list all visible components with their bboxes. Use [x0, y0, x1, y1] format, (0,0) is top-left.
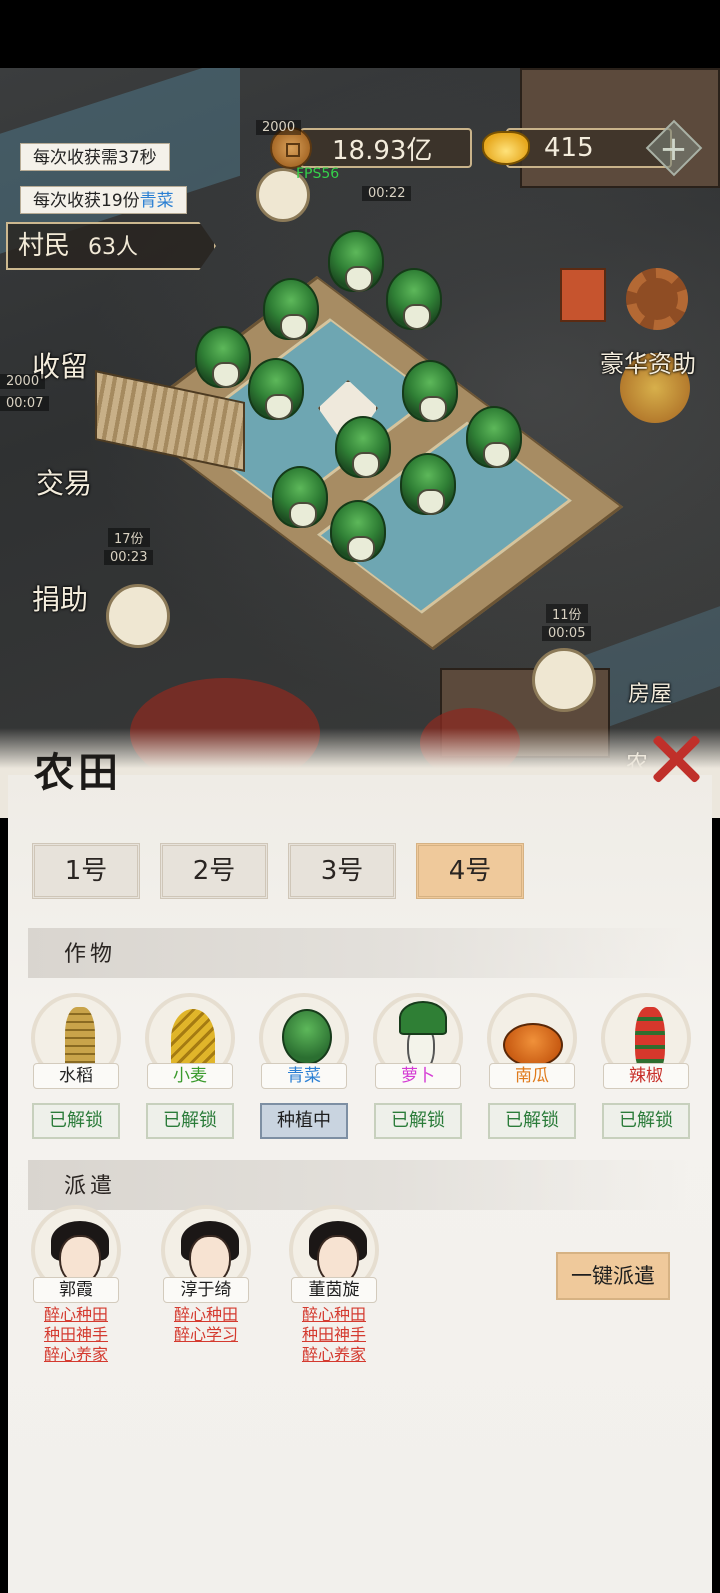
luxury-donation-button[interactable]: 豪华资助: [600, 344, 696, 379]
tab-field-3[interactable]: 3号: [288, 843, 396, 899]
cabbage-crop: [466, 406, 522, 468]
character-trait[interactable]: 种田神手: [286, 1325, 382, 1345]
crop-radish[interactable]: 萝卜: [370, 993, 466, 1109]
character-trait[interactable]: 醉心种田: [158, 1305, 254, 1325]
house-label[interactable]: 房屋: [628, 676, 672, 708]
crop-chili[interactable]: 辣椒: [598, 993, 694, 1109]
panel-title: 农田: [34, 749, 122, 796]
character-name: 董茵旋: [291, 1277, 377, 1303]
character-card[interactable]: 董茵旋 醉心种田 种田神手 醉心养家: [286, 1205, 382, 1381]
gear-icon[interactable]: [626, 268, 688, 330]
crop-status-button[interactable]: 已解锁: [32, 1103, 120, 1139]
timer: 00:05: [542, 626, 592, 641]
ingots-value: 415: [544, 133, 594, 163]
crop-status-button[interactable]: 已解锁: [146, 1103, 234, 1139]
crop-pumpkin[interactable]: 南瓜: [484, 993, 580, 1109]
tab-field-2[interactable]: 2号: [160, 843, 268, 899]
share-count: 11份: [546, 604, 588, 623]
cabbage-crop: [263, 278, 319, 340]
character-trait[interactable]: 醉心种田: [286, 1305, 382, 1325]
character-name: 淳于绮: [163, 1277, 249, 1303]
cabbage-icon: [282, 1009, 332, 1065]
trade-button[interactable]: 交易: [36, 462, 92, 502]
cabbage-crop: [328, 230, 384, 292]
crop-status-button[interactable]: 种植中: [260, 1103, 348, 1139]
crop-status-button[interactable]: 已解锁: [374, 1103, 462, 1139]
character-trait[interactable]: 种田神手: [28, 1325, 124, 1345]
villager-count[interactable]: 村民 63人: [6, 222, 216, 270]
cabbage-crop: [248, 358, 304, 420]
crop-rice[interactable]: 水稻: [28, 993, 124, 1109]
dispatch-section-header: 派遣: [28, 1160, 688, 1210]
dispatch-all-button[interactable]: 一键派遣: [556, 1252, 670, 1300]
timer: 00:07: [0, 396, 50, 411]
crop-wheat[interactable]: 小麦: [142, 993, 238, 1109]
character-trait[interactable]: 醉心养家: [286, 1345, 382, 1365]
cabbage-crop: [335, 416, 391, 478]
character-card[interactable]: 淳于绮 醉心种田 醉心学习: [158, 1205, 254, 1361]
wheat-icon: [171, 1009, 215, 1069]
character-card[interactable]: 郭霞 醉心种田 种田神手 醉心养家: [28, 1205, 124, 1381]
crop-name: 萝卜: [375, 1063, 461, 1089]
donate-button[interactable]: 捐助: [32, 578, 88, 618]
pumpkin-icon: [503, 1023, 563, 1067]
crop-status-button[interactable]: 已解锁: [488, 1103, 576, 1139]
character-trait[interactable]: 醉心种田: [28, 1305, 124, 1325]
lobster-icon[interactable]: [106, 584, 170, 648]
crop-name: 小麦: [147, 1063, 233, 1089]
cabbage-crop: [330, 500, 386, 562]
cabbage-crop: [402, 360, 458, 422]
farm-scene[interactable]: [0, 68, 720, 788]
share-count: 17份: [108, 528, 150, 547]
scroll-icon[interactable]: [560, 268, 606, 322]
timer-label: 2000: [256, 120, 302, 135]
gold-ingot-icon: [482, 131, 530, 165]
close-icon[interactable]: [650, 733, 702, 785]
crop-name: 辣椒: [603, 1063, 689, 1089]
crop-name: 水稻: [33, 1063, 119, 1089]
crop-name: 南瓜: [489, 1063, 575, 1089]
cabbage-crop: [386, 268, 442, 330]
cabbage-crop: [195, 326, 251, 388]
section-title: 作物: [64, 942, 117, 967]
harvest-time-info: 每次收获需37秒: [20, 143, 170, 171]
corn-icon[interactable]: [532, 648, 596, 712]
section-title: 派遣: [64, 1174, 117, 1199]
tab-field-1[interactable]: 1号: [32, 843, 140, 899]
timer: 00:23: [104, 550, 154, 565]
crop-cabbage[interactable]: 青菜: [256, 993, 352, 1109]
fps-counter: FPS56: [296, 166, 340, 182]
crop-status-button[interactable]: 已解锁: [602, 1103, 690, 1139]
cabbage-crop: [400, 453, 456, 515]
status-bar: [0, 0, 720, 68]
crops-section-header: 作物: [28, 928, 688, 978]
coins-display: 18.93亿: [300, 128, 472, 168]
crop-name: 青菜: [261, 1063, 347, 1089]
harvest-amount-info: 每次收获19份青菜: [20, 186, 187, 214]
character-trait[interactable]: 醉心养家: [28, 1345, 124, 1365]
tab-field-4[interactable]: 4号: [416, 843, 524, 899]
timer-label: 2000: [0, 374, 46, 389]
character-name: 郭霞: [33, 1277, 119, 1303]
timer: 00:22: [362, 186, 412, 201]
coins-value: 18.93亿: [332, 135, 433, 166]
cabbage-crop: [272, 466, 328, 528]
character-trait[interactable]: 醉心学习: [158, 1325, 254, 1345]
